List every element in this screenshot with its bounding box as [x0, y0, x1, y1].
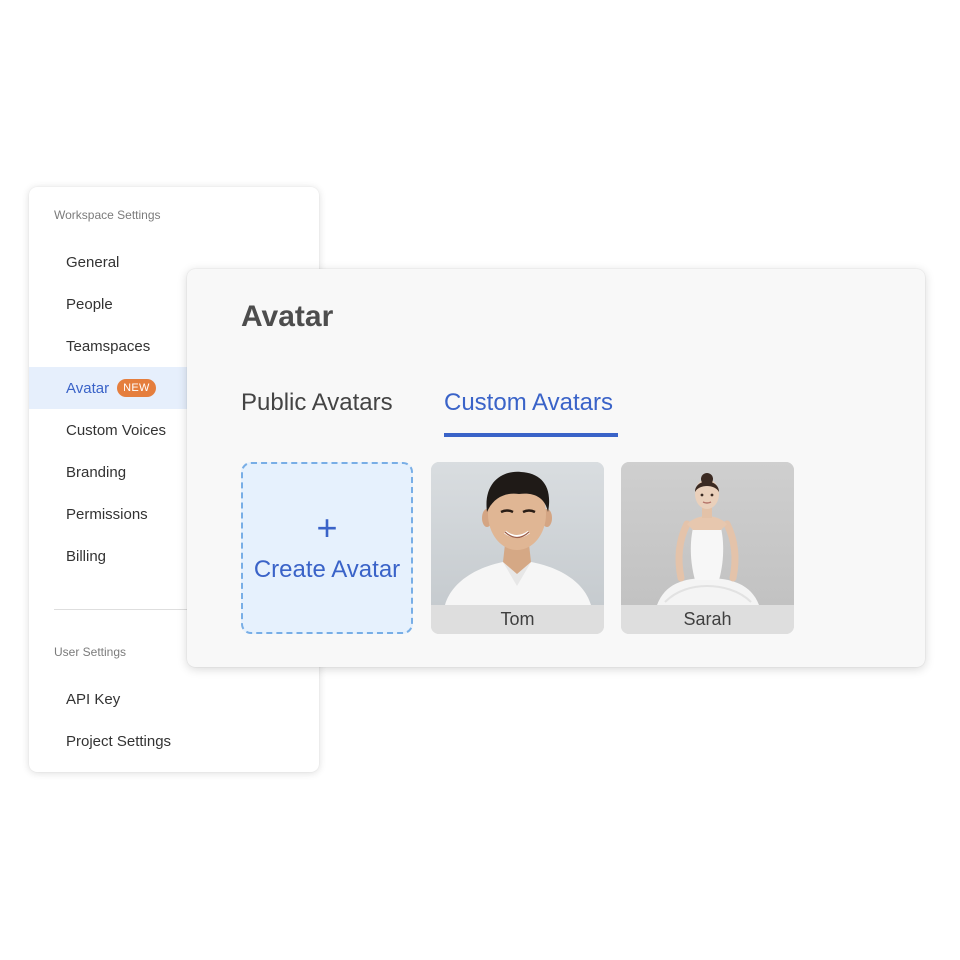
page-title: Avatar — [241, 300, 334, 333]
tab-custom-avatars[interactable]: Custom Avatars — [444, 389, 613, 417]
screen: Workspace Settings General People Teamsp… — [0, 0, 960, 960]
avatar-panel: Avatar Public Avatars Custom Avatars + C… — [187, 269, 925, 667]
avatar-photo-sarah — [621, 462, 794, 605]
user-settings-heading: User Settings — [54, 645, 127, 659]
active-tab-indicator — [444, 433, 618, 437]
workspace-settings-heading: Workspace Settings — [54, 208, 161, 222]
sidebar-item-label: General — [66, 253, 120, 271]
sidebar-item-label: People — [66, 295, 113, 313]
avatar-card-sarah[interactable]: Sarah — [621, 462, 794, 634]
sidebar-item-label: API Key — [66, 690, 121, 708]
sidebar-item-label: Branding — [66, 463, 127, 481]
sidebar-item-label: Teamspaces — [66, 337, 151, 355]
tab-public-avatars[interactable]: Public Avatars — [241, 389, 393, 417]
sidebar-item-label: Permissions — [66, 505, 148, 523]
sidebar-item-api-key[interactable]: API Key — [29, 678, 319, 720]
sidebar-item-label: Custom Voices — [66, 421, 167, 439]
sidebar-item-project-settings[interactable]: Project Settings — [29, 720, 319, 762]
avatar-name-tom: Tom — [431, 605, 604, 634]
sidebar-item-label: Avatar — [66, 379, 110, 397]
create-avatar-button[interactable]: + Create Avatar — [241, 462, 413, 634]
new-badge: NEW — [117, 379, 156, 397]
avatar-card-tom[interactable]: Tom — [431, 462, 604, 634]
avatar-photo-tom — [431, 462, 604, 605]
plus-icon: + — [316, 507, 338, 548]
create-avatar-label: Create Avatar — [253, 556, 401, 583]
sidebar-item-label: Project Settings — [66, 732, 172, 750]
avatar-name-sarah: Sarah — [621, 605, 794, 634]
sidebar-item-label: Billing — [66, 547, 107, 565]
